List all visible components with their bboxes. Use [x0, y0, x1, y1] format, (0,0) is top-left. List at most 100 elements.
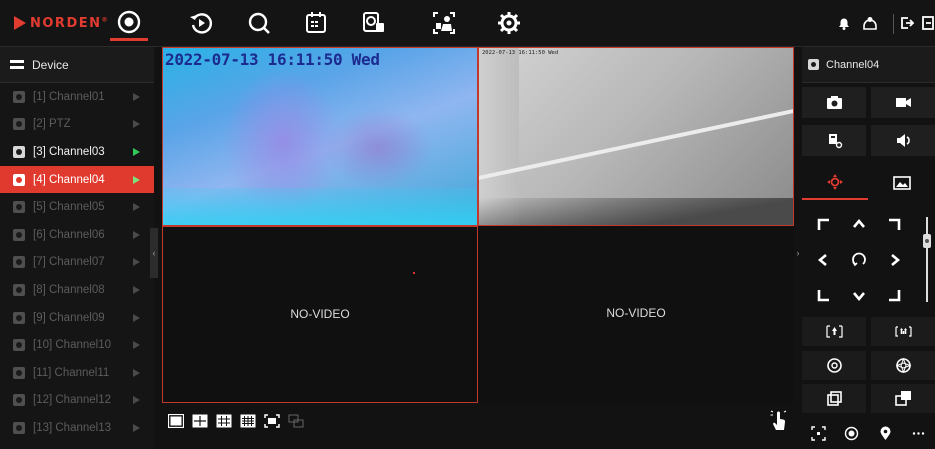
device-header[interactable]: Device — [0, 47, 154, 83]
channel-item[interactable]: [6] Channel06 — [0, 221, 154, 249]
ptz-up-button[interactable] — [842, 207, 876, 241]
channel-item[interactable]: [9] Channel09 — [0, 304, 154, 332]
ptz-speed-slider[interactable] — [926, 217, 928, 302]
camera-icon — [13, 228, 25, 241]
logout-icon — [901, 17, 915, 29]
user-button[interactable] — [859, 13, 881, 33]
play-icon[interactable] — [133, 147, 140, 156]
channel-item[interactable]: [2] PTZ — [0, 111, 154, 139]
video-tile-3[interactable]: NO-VIDEO — [162, 226, 478, 403]
region-zoom-button[interactable] — [802, 417, 835, 449]
play-icon[interactable] — [133, 285, 140, 294]
ptz-down-button[interactable] — [842, 279, 876, 313]
panel-header: Channel04 — [802, 47, 935, 83]
tab-ptz[interactable] — [802, 166, 868, 200]
layout-1-button[interactable] — [167, 413, 185, 429]
record-button[interactable] — [871, 87, 935, 118]
video-tile-1[interactable]: 2022-07-13 16:11:50 Wed — [162, 47, 478, 226]
collapse-panel-button[interactable]: › — [794, 228, 802, 278]
camera-icon — [13, 311, 25, 324]
no-video-label: NO-VIDEO — [606, 306, 666, 320]
audio-button[interactable] — [871, 125, 935, 156]
channel-item[interactable]: [10] Channel10 — [0, 331, 154, 359]
ptz-icon — [827, 174, 843, 190]
play-icon[interactable] — [133, 258, 140, 267]
camera-icon — [13, 118, 25, 131]
camera-icon — [13, 283, 25, 296]
nav-live-view-button[interactable] — [110, 5, 148, 41]
play-icon[interactable] — [133, 396, 140, 405]
nav-search-button[interactable] — [240, 5, 278, 41]
tab-image[interactable] — [869, 166, 935, 200]
play-icon[interactable] — [133, 92, 140, 101]
rotate-icon — [852, 252, 866, 267]
video-tile-2[interactable]: 2022-07-13 16:11:50 Wed — [478, 47, 794, 226]
play-icon[interactable] — [133, 175, 140, 184]
ptz-down-left-button[interactable] — [806, 279, 840, 313]
layout-4-button[interactable] — [191, 413, 209, 429]
layout-9-button[interactable] — [215, 413, 233, 429]
play-icon[interactable] — [133, 313, 140, 322]
camera-snapshot-icon — [826, 96, 842, 109]
iris-close-button[interactable] — [871, 351, 935, 380]
play-icon[interactable] — [133, 120, 140, 129]
channel-label: [13] Channel13 — [33, 421, 112, 434]
record-dot — [413, 272, 415, 274]
sequence-button[interactable] — [287, 413, 305, 429]
play-icon[interactable] — [133, 423, 140, 432]
sequence-icon — [288, 414, 304, 428]
zoom-in-button[interactable] — [871, 384, 935, 413]
ptz-up-left-button[interactable] — [806, 207, 840, 241]
arrow-up-left-icon — [817, 218, 829, 230]
channel-item[interactable]: [1] Channel01 — [0, 83, 154, 111]
iris-open-button[interactable] — [802, 351, 866, 380]
device-header-label: Device — [32, 57, 69, 72]
ai-camera-icon — [363, 12, 384, 32]
ptz-auto-button[interactable] — [842, 243, 876, 277]
channel-label: [12] Channel12 — [33, 394, 112, 407]
fullscreen-button[interactable] — [263, 413, 281, 429]
channel-item[interactable]: [12] Channel12 — [0, 387, 154, 415]
collapse-sidebar-button[interactable]: ‹ — [150, 228, 158, 278]
ptz-up-right-button[interactable] — [878, 207, 912, 241]
nav-playback-button[interactable] — [182, 5, 220, 41]
exit-button[interactable] — [917, 13, 935, 33]
ptz-down-right-button[interactable] — [878, 279, 912, 313]
video-grid: 2022-07-13 16:11:50 Wed 2022-07-13 16:11… — [162, 47, 794, 403]
channel-item[interactable]: [11] Channel11 — [0, 359, 154, 387]
preset-button[interactable] — [869, 417, 902, 449]
channel-item[interactable]: [8] Channel08 — [0, 276, 154, 304]
notifications-button[interactable] — [833, 13, 855, 33]
focus-far-button[interactable] — [871, 317, 935, 346]
nav-settings-button[interactable] — [490, 5, 528, 41]
play-icon[interactable] — [133, 341, 140, 350]
play-icon[interactable] — [133, 230, 140, 239]
snapshot-button[interactable] — [802, 87, 866, 118]
channel-item[interactable]: [5] Channel05 — [0, 193, 154, 221]
channel-item[interactable]: [13] Channel13 — [0, 414, 154, 442]
touch-mode-icon[interactable] — [770, 410, 788, 432]
channel-item[interactable]: [4] Channel04 — [0, 165, 154, 194]
center-button[interactable] — [835, 417, 868, 449]
channel-item[interactable]: [7] Channel07 — [0, 249, 154, 277]
nav-ai-button[interactable] — [354, 5, 392, 41]
talk-button[interactable] — [802, 125, 866, 156]
ptz-speed-handle[interactable] — [923, 234, 931, 248]
layout-16-button[interactable] — [239, 413, 257, 429]
video-content — [479, 103, 793, 182]
logout-button[interactable] — [896, 13, 918, 33]
focus-near-button[interactable] — [802, 317, 866, 346]
nav-schedule-button[interactable] — [297, 5, 335, 41]
zoom-out-button[interactable] — [802, 384, 866, 413]
video-tile-4[interactable]: NO-VIDEO — [478, 226, 794, 403]
calendar-icon — [306, 12, 326, 33]
ptz-right-button[interactable] — [878, 243, 912, 277]
ptz-left-button[interactable] — [806, 243, 840, 277]
face-detect-icon — [433, 12, 455, 34]
nav-face-button[interactable] — [425, 5, 463, 41]
play-icon[interactable] — [133, 203, 140, 212]
arrow-down-icon — [853, 292, 865, 302]
play-icon[interactable] — [133, 368, 140, 377]
channel-item[interactable]: [3] Channel03 — [0, 138, 154, 166]
more-button[interactable] — [902, 417, 935, 449]
